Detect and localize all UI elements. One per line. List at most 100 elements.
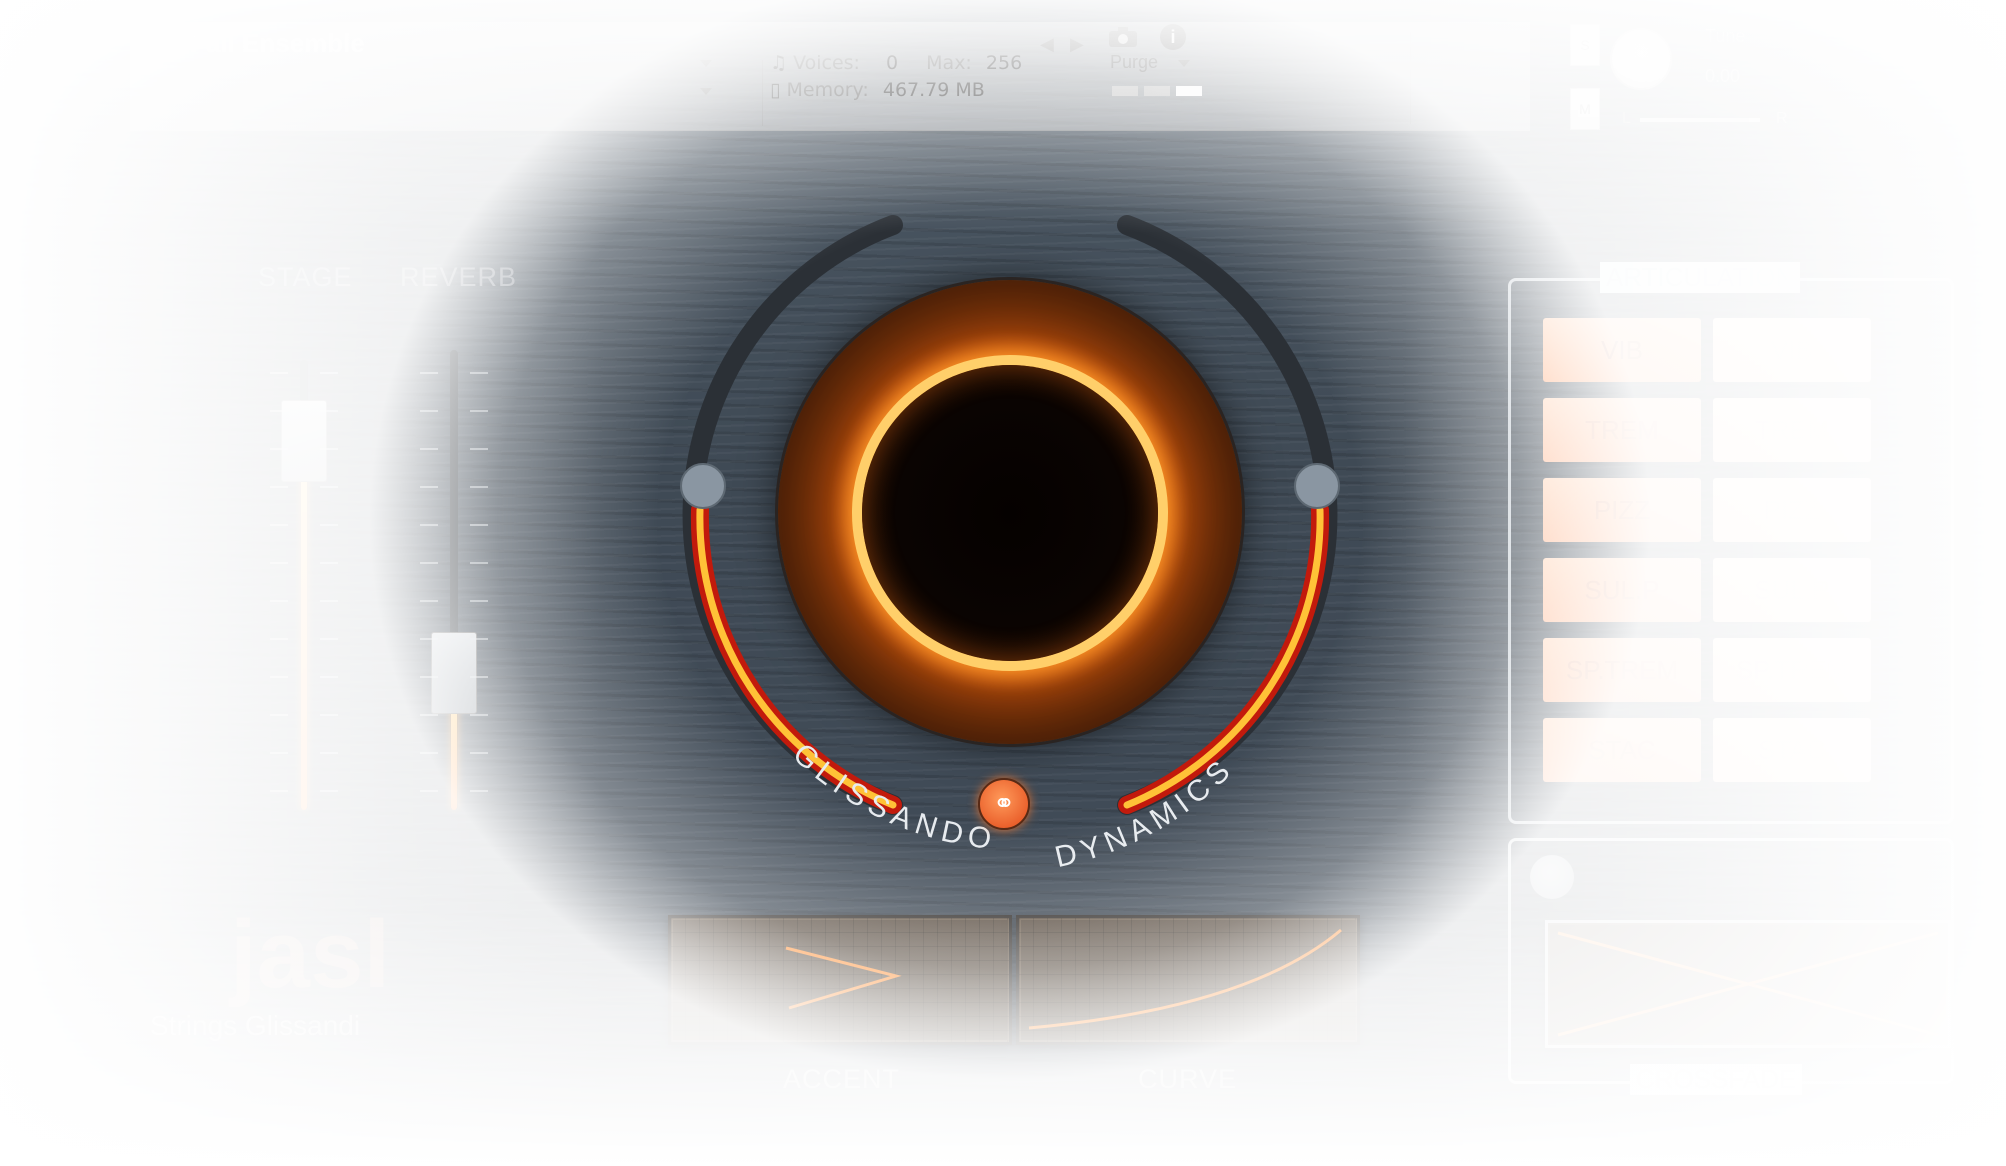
- crossfade-toggle[interactable]: [1530, 855, 1574, 899]
- voices-icon: ♫: [770, 52, 788, 74]
- fader-tick: [470, 372, 488, 374]
- solo-button[interactable]: S: [1570, 24, 1600, 66]
- chevron-down-icon[interactable]: [1178, 60, 1190, 67]
- info-icon[interactable]: i: [1160, 24, 1186, 50]
- articulation-button[interactable]: SP.TREM: [1543, 638, 1701, 702]
- fader-tick: [470, 600, 488, 602]
- dynamics-label: DYNAMICS: [1052, 751, 1241, 874]
- tune-knob[interactable]: [1610, 28, 1672, 90]
- level-meter-segment: [1112, 86, 1138, 96]
- glissando-handle[interactable]: [680, 463, 726, 509]
- fader-tick: [320, 600, 338, 602]
- reverb-fader-handle[interactable]: [431, 632, 477, 714]
- fader-tick: [320, 790, 338, 792]
- fader-tick: [270, 410, 288, 412]
- fader-tick: [320, 562, 338, 564]
- memory-icon: ▯: [770, 79, 781, 101]
- purge-dropdown[interactable]: Purge: [1110, 52, 1158, 73]
- articulation-button[interactable]: TREM: [1543, 398, 1701, 462]
- fader-tick: [420, 714, 438, 716]
- pan-slider[interactable]: [1640, 118, 1760, 122]
- fader-tick: [320, 714, 338, 716]
- voices-value: 0: [886, 52, 899, 74]
- accent-shape: [785, 946, 902, 1010]
- crossfade-panel[interactable]: [1545, 920, 1951, 1048]
- voices-label: Voices:: [793, 52, 860, 74]
- instrument-header: Fall Ensemble ♫ Voices: 0 Max: 256 ▯ Mem…: [130, 22, 1530, 131]
- instrument-title[interactable]: Fall Ensemble: [190, 28, 365, 59]
- next-instrument-icon[interactable]: ▶: [1070, 34, 1084, 55]
- curve-shape: [1028, 928, 1342, 1030]
- articulation-button[interactable]: SP.TREM: [1713, 638, 1871, 702]
- chevron-down-icon[interactable]: [700, 60, 712, 67]
- fader-tick: [470, 752, 488, 754]
- fader-tick: [470, 410, 488, 412]
- fader-tick: [470, 790, 488, 792]
- instrument-panel: Fall Ensemble ♫ Voices: 0 Max: 256 ▯ Mem…: [0, 0, 2006, 1166]
- mute-button[interactable]: M: [1570, 88, 1600, 130]
- max-label: Max:: [926, 52, 972, 74]
- fader-tick: [420, 790, 438, 792]
- crossfade-label: CROSSFADE: [1630, 1064, 1803, 1095]
- library-subtitle: Strings Glissandi: [150, 1010, 361, 1041]
- fader-tick: [420, 676, 438, 678]
- fader-tick: [470, 486, 488, 488]
- dynamics-handle[interactable]: [1294, 463, 1340, 509]
- memory-readout: ▯ Memory: 467.79 MB: [770, 79, 985, 101]
- divider: [1410, 32, 1411, 124]
- chevron-down-icon[interactable]: [700, 88, 712, 95]
- articulation-button[interactable]: TREM: [1713, 398, 1871, 462]
- accent-panel[interactable]: [668, 915, 1012, 1045]
- reverb-fader-fill: [451, 705, 457, 810]
- fader-tick: [420, 524, 438, 526]
- fader-tick: [470, 714, 488, 716]
- fader-tick: [470, 562, 488, 564]
- stage-fader-fill: [301, 450, 307, 810]
- fader-tick: [320, 372, 338, 374]
- level-meter-segment: [1144, 86, 1170, 96]
- previous-instrument-icon[interactable]: ◀: [1040, 34, 1054, 55]
- fader-tick: [320, 524, 338, 526]
- articulation-button[interactable]: VIB: [1713, 318, 1871, 382]
- fader-tick: [270, 486, 288, 488]
- fader-tick: [420, 486, 438, 488]
- fader-tick: [320, 410, 338, 412]
- camera-icon[interactable]: [1108, 26, 1138, 48]
- fader-tick: [270, 524, 288, 526]
- accent-label: ACCENT: [783, 1064, 901, 1094]
- fader-tick: [320, 638, 338, 640]
- fader-tick: [320, 752, 338, 754]
- fader-tick: [270, 600, 288, 602]
- memory-label: Memory:: [786, 79, 869, 101]
- orb-core: [862, 365, 1158, 661]
- fader-tick: [420, 562, 438, 564]
- articulation-button[interactable]: STAC: [1713, 718, 1871, 782]
- fader-tick: [270, 676, 288, 678]
- level-meter-segment: [1176, 86, 1202, 96]
- tune-value[interactable]: 0.00: [1705, 66, 1740, 87]
- fader-tick: [320, 448, 338, 450]
- divider: [762, 60, 763, 126]
- fader-tick: [420, 638, 438, 640]
- memory-value: 467.79 MB: [882, 79, 985, 101]
- fader-tick: [320, 676, 338, 678]
- articulation-button[interactable]: PIZZ: [1543, 478, 1701, 542]
- crossfade-shape: [1557, 931, 1939, 1037]
- stage-fader-handle[interactable]: [281, 400, 327, 482]
- fader-tick: [270, 372, 288, 374]
- link-icon[interactable]: ⚭: [978, 778, 1030, 830]
- fader-tick: [420, 448, 438, 450]
- fader-tick: [470, 638, 488, 640]
- articulation-button[interactable]: VIB: [1543, 318, 1701, 382]
- articulation-button[interactable]: STAC: [1543, 718, 1701, 782]
- articulation-button[interactable]: PIZZ: [1713, 478, 1871, 542]
- articulation-button[interactable]: SUL.P: [1543, 558, 1701, 622]
- brand-logo: jasl: [230, 901, 391, 1008]
- articulation-button[interactable]: SUL.P: [1713, 558, 1871, 622]
- fader-tick: [270, 448, 288, 450]
- stage-label: STAGE: [258, 262, 353, 292]
- curve-panel[interactable]: [1016, 915, 1360, 1045]
- tune-label: Tune: [1705, 26, 1746, 46]
- max-value[interactable]: 256: [986, 52, 1022, 74]
- pan-right-label: R: [1776, 110, 1788, 127]
